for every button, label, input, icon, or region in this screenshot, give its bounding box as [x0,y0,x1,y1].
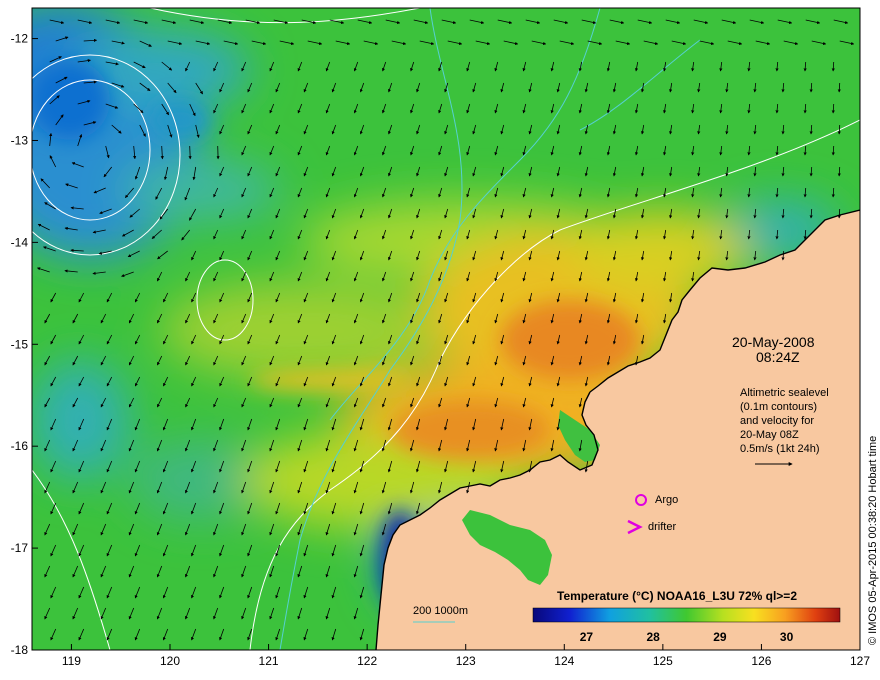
x-tick-label: 125 [653,654,673,668]
velocity-arrow [188,145,192,160]
argo-label: Argo [655,494,678,506]
x-tick-label: 119 [62,654,81,668]
x-tick-label: 123 [456,654,476,668]
x-tick-label: 122 [357,654,377,668]
drifter-label: drifter [648,521,676,533]
y-tick-label: -15 [11,337,29,351]
colorbar-tick-label: 30 [780,630,794,644]
colorbar [532,607,841,623]
info-line: 0.5m/s (1kt 24h) [740,443,819,455]
sea-surface-temperature-map: 119 120 121 122 123 124 125 126 127 -12 -13 -14 -15… [11,7,879,668]
velocity-arrow [837,166,841,177]
y-tick-label: -16 [11,439,29,453]
x-tick-label: 126 [751,654,771,668]
velocity-arrow [837,82,841,93]
credit-text: © IMOS 05-Apr-2015 00:38:20 Hobart time [867,436,879,645]
bathymetry-label: 200 1000m [413,605,468,617]
colorbar-tick-label: 28 [646,630,660,644]
x-tick-label: 121 [259,654,279,668]
y-tick-label: -12 [11,32,29,46]
colorbar-tick-label: 27 [580,630,594,644]
colorbar-title: Temperature (°C) NOAA16_L3U 72% ql>=2 [557,589,797,603]
x-tick-label: 120 [160,654,180,668]
colorbar-tick-label: 29 [713,630,727,644]
info-line: 20-May 08Z [740,429,799,441]
y-tick-label: -14 [11,235,29,249]
y-tick-label: -13 [11,133,29,147]
velocity-arrow [837,124,841,135]
map-time: 08:24Z [756,349,800,365]
info-line: (0.1m contours) [740,401,817,413]
velocity-arrow [837,208,841,219]
map-date: 20-May-2008 [732,334,815,350]
y-tick-label: -17 [11,541,29,555]
info-line: and velocity for [740,415,814,427]
x-tick-label: 124 [554,654,574,668]
info-line: Altimetric sealevel [740,387,829,399]
y-tick-label: -18 [11,643,29,657]
x-tick-label: 127 [850,654,870,668]
